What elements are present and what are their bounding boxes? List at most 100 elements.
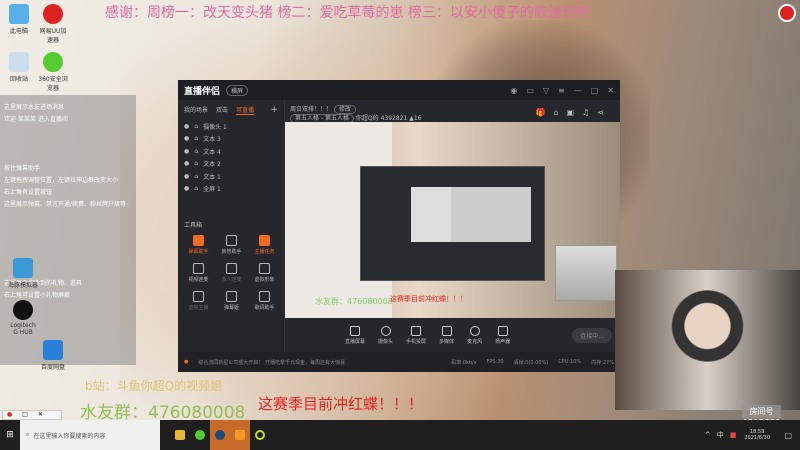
lock-icon[interactable]: ⌂	[194, 148, 198, 155]
overlay-line: 欢迎 某某某 进入直播间	[4, 116, 68, 123]
mode-toggle[interactable]: 横屏	[226, 84, 249, 96]
close-icon[interactable]: ✕	[607, 86, 614, 95]
desktop-icon[interactable]: 百度网盘	[38, 340, 68, 371]
tool-lyrics-helper[interactable]: 歌词助手	[248, 291, 281, 311]
tool-virtual-avatar[interactable]: 虚拟形象	[248, 263, 281, 283]
add-screen-button[interactable]: 直播屏幕	[345, 325, 365, 345]
speaker-button[interactable]: 扬声器	[495, 325, 510, 345]
desktop-icons: 此电脑 网易UU加速器 回收站 360安全浏览器	[4, 4, 68, 92]
tab-my-scenes[interactable]: 我的场景	[184, 105, 208, 115]
minimize-icon[interactable]: —	[574, 86, 582, 95]
add-camera-button[interactable]: 摄像头	[378, 325, 393, 345]
phone-cast-button[interactable]: 手机投屏	[406, 325, 426, 345]
eye-icon[interactable]: ●	[184, 123, 189, 130]
tray-chevron-icon[interactable]: ^	[705, 431, 711, 439]
window-controls: ◉ ▭ ▽ ≡ — □ ✕	[510, 86, 614, 95]
browser-icon[interactable]	[190, 420, 210, 450]
menu-icon[interactable]: ≡	[558, 86, 565, 95]
start-button[interactable]: ⊞	[0, 420, 20, 450]
quick-actions[interactable]: 🎁⌂▣♫⋖	[536, 108, 612, 117]
file-explorer-icon[interactable]	[170, 420, 190, 450]
start-live-button[interactable]: 连接中...	[572, 327, 612, 343]
stat-dropped: 丢帧:0(0.00%)	[513, 359, 549, 366]
stat-fps: FPS:30	[486, 359, 504, 365]
lock-icon[interactable]: ⌂	[194, 173, 198, 180]
layer-item[interactable]: ● ⌂ 摄像头 1	[178, 120, 284, 133]
overlay-line: 左键拖拽调整位置，左键拉伸边框改变大小	[4, 177, 119, 184]
avatar[interactable]: ◉	[510, 86, 517, 95]
stat-memory: 内存:27%	[591, 359, 614, 366]
eye-icon[interactable]: ●	[184, 173, 189, 180]
notice-text[interactable]: 综合流同新星公司盛大开启！ 开播吃拿千元现金，每周还有大惊喜	[198, 359, 441, 366]
message-icon[interactable]: ▭	[526, 86, 534, 95]
tool-admin-helper[interactable]: 房管助手	[215, 235, 248, 255]
tool-danmaku-ji[interactable]: 弹幕姬	[215, 291, 248, 311]
lock-icon[interactable]: ⌂	[194, 123, 198, 130]
eye-icon[interactable]: ●	[184, 160, 189, 167]
webcam-preview-small	[555, 245, 617, 301]
microphone-button[interactable]: 麦克风	[467, 325, 482, 345]
desktop-icon[interactable]: 回收站	[4, 52, 34, 92]
app-logo: 直播伴侣	[184, 86, 221, 97]
layer-item[interactable]: ● ⌂ 文本 2	[178, 158, 284, 171]
preview-recursive-capture	[360, 166, 545, 281]
minimized-window[interactable]: ● □ ✕	[2, 410, 62, 420]
streamer-name: 你超Q的	[355, 115, 379, 122]
title-bar: 直播伴侣 横屏 ◉ ▭ ▽ ≡ — □ ✕	[178, 80, 620, 100]
popularity: 16	[413, 115, 422, 122]
season-goal-text: 这赛季目前冲红蝶！！！	[258, 395, 424, 413]
toolbox-title: 工具箱	[184, 222, 203, 229]
tool-virtual-streamer[interactable]: 虚拟主播	[182, 291, 215, 311]
edit-title-button[interactable]: 修改	[333, 105, 356, 114]
desktop-icon[interactable]: Logitech G HUB	[8, 300, 38, 336]
desktop-icon[interactable]: 海豚模拟器	[8, 258, 38, 289]
tool-video-link[interactable]: 视频连麦	[182, 263, 215, 283]
multimedia-button[interactable]: 多媒体	[439, 325, 454, 345]
scene-panel: 我的场景 双击 可直播 + ● ⌂ 摄像头 1 ● ⌂ 文本 3 ● ⌂ 文本 4 ● ⌂ 文本…	[178, 100, 285, 352]
eye-icon[interactable]: ●	[184, 185, 189, 192]
ime-indicator[interactable]: 中	[717, 430, 724, 440]
lock-icon[interactable]: ⌂	[194, 135, 198, 142]
desktop-icon[interactable]: 此电脑	[4, 4, 34, 44]
live-companion-taskbar-icon[interactable]	[230, 420, 250, 450]
tool-multi-link[interactable]: 多人连麦	[215, 263, 248, 283]
lock-icon[interactable]: ⌂	[194, 185, 198, 192]
overlay-line: 按住弹幕助手	[4, 165, 41, 172]
toolbox: 工具箱 弹幕助手 房管助手 主播任务 视频连麦 多人连麦 虚拟形象 虚拟主播 弹…	[178, 218, 285, 315]
tray-app-icon[interactable]: ■	[730, 431, 737, 439]
source-toolbar: 直播屏幕 摄像头 手机投屏 多媒体 麦克风 扬声器 连接中...	[285, 318, 620, 352]
preview-qq-group: 水友群：476080008	[315, 297, 393, 306]
eye-icon[interactable]: ●	[184, 135, 189, 142]
live-companion-window: 直播伴侣 横屏 ◉ ▭ ▽ ≡ — □ ✕ 我的场景 双击 可直播 + ● ⌂ 摄像…	[178, 80, 620, 372]
tab-live[interactable]: 可直播	[236, 105, 255, 115]
taskbar-search[interactable]: ⌕ 在这里输入你要搜索的内容	[20, 420, 160, 450]
maximize-icon[interactable]: □	[591, 86, 599, 95]
overlay-line: 右上角可设置小礼物屏蔽	[4, 292, 71, 299]
gift-ranking-banner: 感谢：周榜一：改天变头猪 榜二：爱吃草莓的崽 榜三：以安小傻子的歌迷热热	[105, 5, 590, 21]
layer-item[interactable]: ● ⌂ 全屏 1	[178, 183, 284, 196]
add-scene-button[interactable]: +	[270, 105, 278, 115]
webcam-feed	[615, 270, 800, 410]
desktop-icon[interactable]: 360安全浏览器	[38, 52, 68, 92]
douyu-app-icon[interactable]	[778, 4, 796, 22]
layer-item[interactable]: ● ⌂ 文本 1	[178, 170, 284, 183]
filter-icon[interactable]: ▽	[543, 86, 549, 95]
tool-danmaku-helper[interactable]: 弹幕助手	[182, 235, 215, 255]
steam-icon[interactable]	[210, 420, 230, 450]
room-id: 4392821	[380, 115, 408, 122]
stream-title[interactable]: 周日双排！！！	[290, 106, 332, 113]
preview-slogan: 这赛季目前冲红蝶！！！	[390, 295, 467, 303]
obs-icon[interactable]	[250, 420, 270, 450]
eye-icon[interactable]: ●	[184, 148, 189, 155]
layer-item[interactable]: ● ⌂ 文本 3	[178, 133, 284, 146]
stat-cpu: CPU:10%	[558, 359, 582, 365]
desktop-icon[interactable]: 网易UU加速器	[38, 4, 68, 44]
clock[interactable]: 18:59 2021/6/30	[744, 429, 770, 441]
status-bar: ● 综合流同新星公司盛大开启！ 开播吃拿千元现金，每周还有大惊喜 码率:0kb/…	[178, 352, 620, 372]
tab-double[interactable]: 双击	[216, 105, 228, 115]
notification-icon[interactable]: ▢	[784, 431, 792, 440]
layer-item[interactable]: ● ⌂ 文本 4	[178, 145, 284, 158]
overlay-line: 右上角有设置按钮	[4, 189, 53, 196]
lock-icon[interactable]: ⌂	[194, 160, 198, 167]
tool-streamer-task[interactable]: 主播任务	[248, 235, 281, 255]
